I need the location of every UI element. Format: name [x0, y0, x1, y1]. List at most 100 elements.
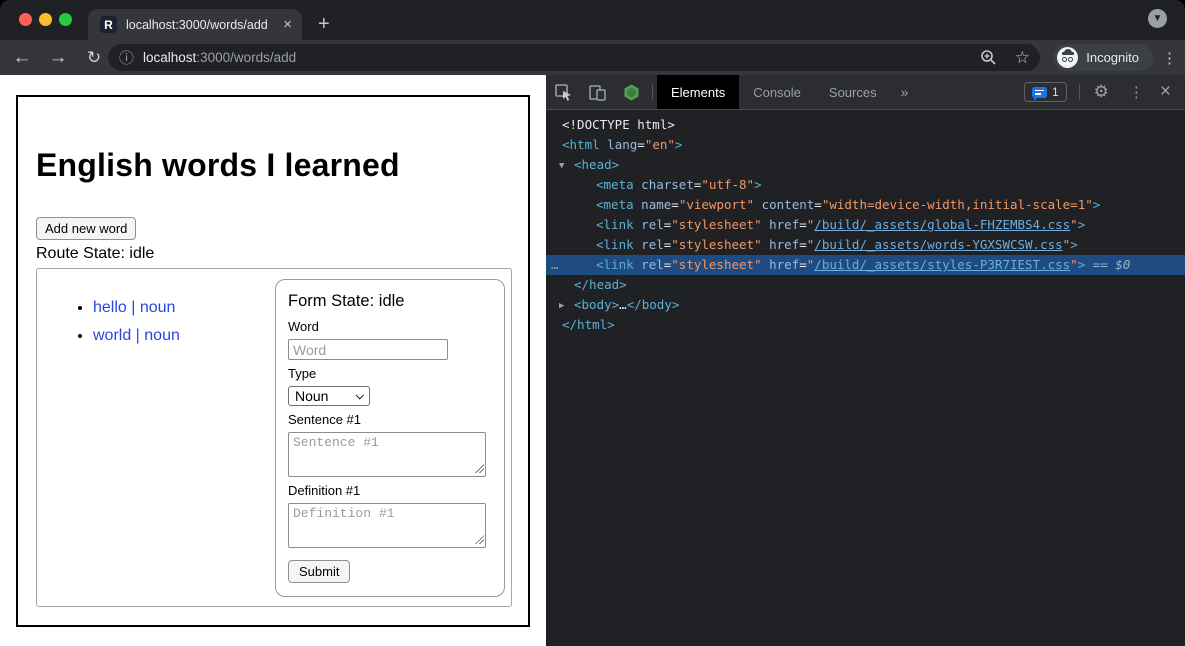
devtools-code-line[interactable]: <link rel="stylesheet" href="/build/_ass…	[546, 215, 1185, 235]
site-info-icon[interactable]: ⓘ	[119, 47, 134, 68]
word-input[interactable]	[288, 339, 448, 360]
code-token: =	[814, 197, 822, 212]
devtools-code-line[interactable]: <!DOCTYPE html>	[546, 115, 1185, 135]
code-token: href	[762, 217, 800, 232]
tab-close-icon[interactable]: ×	[283, 16, 292, 33]
toolbar-divider	[652, 84, 653, 100]
line-ellipsis-icon[interactable]: …	[551, 255, 558, 275]
code-token: "viewport"	[679, 197, 754, 212]
toolbar-divider	[1079, 84, 1080, 100]
remix-favicon-icon: R	[100, 16, 117, 33]
add-new-word-button[interactable]: Add new word	[36, 217, 136, 240]
close-icon[interactable]: ×	[1160, 81, 1171, 103]
disclosure-arrow-icon[interactable]: ▼	[559, 156, 564, 176]
new-tab-button[interactable]: +	[318, 10, 330, 38]
forward-button[interactable]: →	[44, 40, 72, 75]
address-toolbar: ← → ↻ ⓘ localhost:3000/words/add ☆ Incog…	[0, 40, 1185, 75]
close-window-button[interactable]	[19, 13, 32, 26]
device-toolbar-icon[interactable]	[580, 75, 614, 109]
code-token: name	[634, 197, 672, 212]
code-token: <body>	[574, 297, 619, 312]
devtools-code-line[interactable]: ▶<body>…</body>	[546, 295, 1185, 315]
word-list: hello | noun world | noun	[71, 299, 180, 355]
back-button[interactable]: ←	[8, 40, 36, 75]
code-token: =	[799, 237, 807, 252]
page-main-container: English words I learned Add new word Rou…	[16, 95, 530, 627]
devtools-code-line[interactable]: </head>	[546, 275, 1185, 295]
browser-tab[interactable]: R localhost:3000/words/add ×	[88, 9, 302, 40]
devtools-panel: Elements Console Sources » 1 ⚙ ⋮ × <!DOC…	[546, 75, 1185, 646]
code-token: <link	[596, 257, 634, 272]
devtools-menu-icon[interactable]: ⋮	[1129, 83, 1144, 101]
gear-icon[interactable]: ⚙	[1094, 82, 1109, 102]
issues-button[interactable]: 1	[1024, 82, 1067, 102]
word-link-hello[interactable]: hello | noun	[93, 299, 175, 316]
devtools-code-line[interactable]: </html>	[546, 315, 1185, 335]
devtools-code-line[interactable]: <meta charset="utf-8">	[546, 175, 1185, 195]
issues-bubble-icon	[1032, 87, 1047, 98]
issues-count: 1	[1052, 85, 1059, 99]
list-item: world | noun	[93, 327, 180, 345]
definition-label: Definition #1	[288, 483, 492, 498]
reload-button[interactable]: ↻	[80, 40, 108, 75]
url-text[interactable]: localhost:3000/words/add	[143, 50, 980, 65]
code-token: "stylesheet"	[671, 237, 761, 252]
code-token: rel	[634, 257, 664, 272]
devtools-code-line[interactable]: …<link rel="stylesheet" href="/build/_as…	[546, 255, 1185, 275]
code-token: charset	[634, 177, 694, 192]
code-token: /build/_assets/global-FHZEMBS4.css	[814, 217, 1070, 232]
definition-textarea[interactable]	[288, 503, 486, 548]
browser-menu-icon[interactable]: ⋮	[1162, 40, 1177, 75]
incognito-badge: Incognito	[1053, 44, 1153, 71]
tab-sources[interactable]: Sources	[815, 75, 891, 109]
minimize-window-button[interactable]	[39, 13, 52, 26]
tab-elements[interactable]: Elements	[657, 75, 739, 109]
chevron-down-button[interactable]: ▼	[1148, 9, 1167, 28]
code-token: =	[637, 137, 645, 152]
disclosure-arrow-icon[interactable]: ▶	[559, 296, 564, 316]
submit-button[interactable]: Submit	[288, 560, 350, 583]
list-item: hello | noun	[93, 299, 180, 317]
devtools-code-line[interactable]: ▼<head>	[546, 155, 1185, 175]
devtools-code-line[interactable]: <link rel="stylesheet" href="/build/_ass…	[546, 235, 1185, 255]
zoom-icon[interactable]	[980, 49, 997, 66]
sentence-label: Sentence #1	[288, 412, 492, 427]
code-token: lang	[600, 137, 638, 152]
bookmark-star-icon[interactable]: ☆	[1015, 49, 1030, 66]
code-token: == $0	[1085, 257, 1130, 272]
code-token: <link	[596, 237, 634, 252]
maximize-window-button[interactable]	[59, 13, 72, 26]
code-token: "stylesheet"	[671, 217, 761, 232]
code-token: href	[762, 237, 800, 252]
code-token: =	[671, 197, 679, 212]
more-tabs-icon[interactable]: »	[891, 75, 919, 109]
address-bar[interactable]: ⓘ localhost:3000/words/add ☆	[108, 44, 1040, 71]
code-token: >	[1070, 237, 1078, 252]
devtools-code-line[interactable]: <meta name="viewport" content="width=dev…	[546, 195, 1185, 215]
sentence-textarea[interactable]	[288, 432, 486, 477]
code-token: >	[754, 177, 762, 192]
code-token: …	[619, 297, 627, 312]
browser-window: R localhost:3000/words/add × + ▼ ← → ↻ ⓘ…	[0, 0, 1185, 646]
tab-console[interactable]: Console	[739, 75, 815, 109]
code-token: "	[1070, 257, 1078, 272]
word-label: Word	[288, 319, 492, 334]
devtools-code-line[interactable]: <html lang="en">	[546, 135, 1185, 155]
code-token: <link	[596, 217, 634, 232]
inspect-element-icon[interactable]	[546, 75, 580, 109]
code-token: /build/_assets/styles-P3R7IEST.css	[814, 257, 1070, 272]
type-select[interactable]: Noun	[288, 386, 370, 406]
word-link-world[interactable]: world | noun	[93, 327, 180, 344]
code-token: "en"	[645, 137, 675, 152]
code-token: =	[799, 257, 807, 272]
extension-icon[interactable]	[614, 75, 648, 109]
add-word-form: Form State: idle Word Type Noun Sentence…	[275, 279, 505, 597]
incognito-icon	[1057, 47, 1078, 68]
code-token: >	[1093, 197, 1101, 212]
code-token: >	[1078, 217, 1086, 232]
code-token: "width=device-width,initial-scale=1"	[822, 197, 1093, 212]
code-token: </head>	[574, 277, 627, 292]
code-token: "utf-8"	[701, 177, 754, 192]
devtools-toolbar: Elements Console Sources » 1 ⚙ ⋮ ×	[546, 75, 1185, 110]
code-token: </html>	[562, 317, 615, 332]
